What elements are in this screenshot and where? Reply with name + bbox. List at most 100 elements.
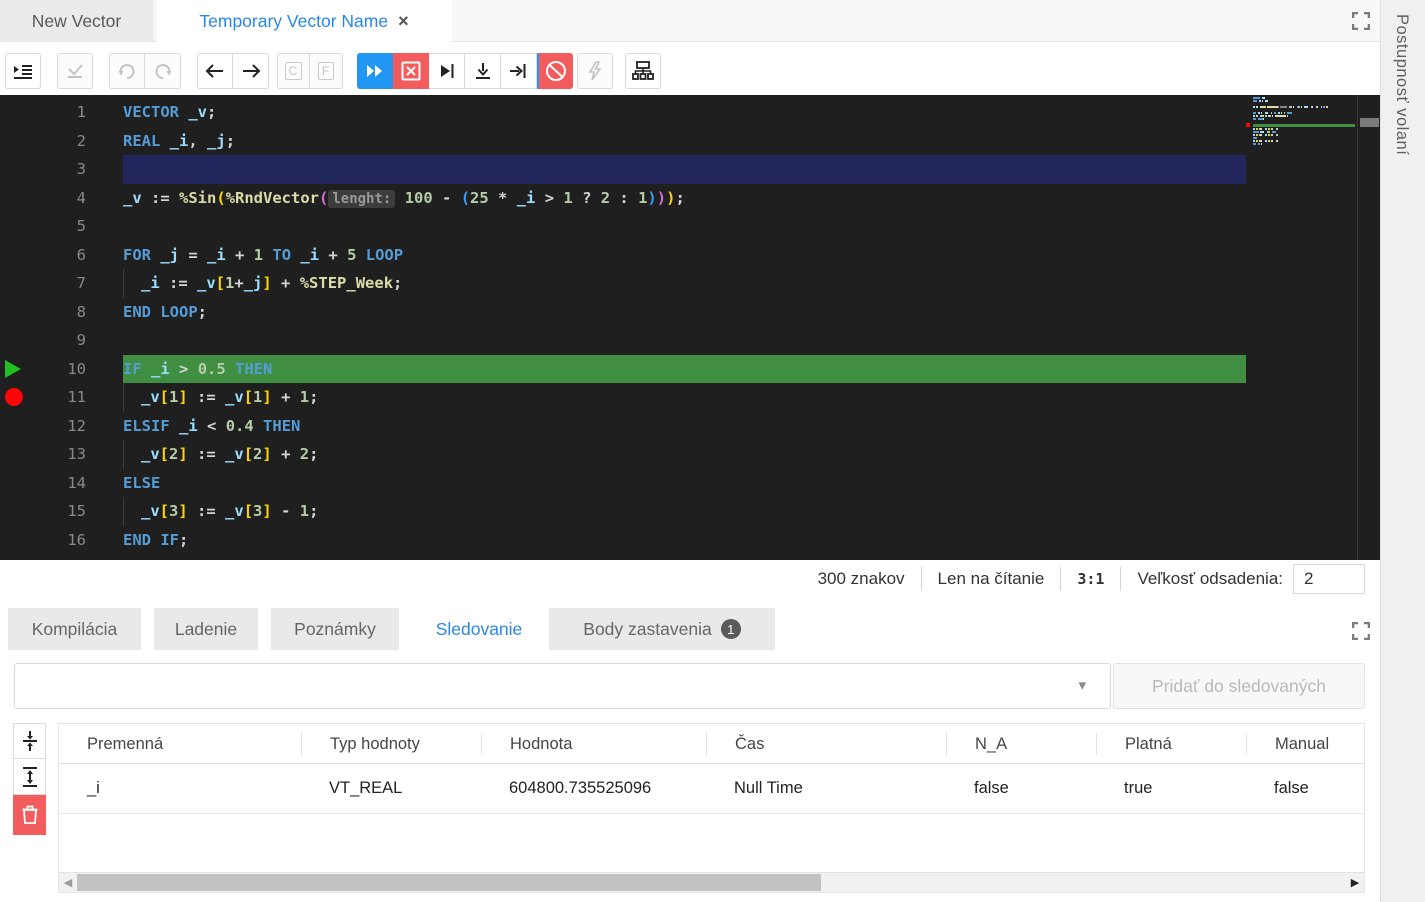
tab-new-vector-label: New Vector [32,11,121,32]
minimap[interactable] [1253,97,1355,141]
divider [1060,567,1061,591]
table-scrollbar-thumb[interactable] [77,874,821,891]
step-out-button[interactable] [501,53,537,89]
code-line-8[interactable]: 8END LOOP; [0,298,1357,327]
line-number[interactable]: 4 [0,184,86,213]
line-number[interactable]: 13 [0,440,86,469]
panel-tab-sledovanie[interactable]: Sledovanie [412,608,546,650]
editor-status-bar: 300 znakov Len na čítanie 3:1 Veľkosť od… [0,560,1380,598]
call-hierarchy-button[interactable] [625,53,661,89]
call-sequence-label: Postupnosť volaní [1392,14,1411,155]
line-number[interactable]: 2 [0,127,86,156]
collapse-rows-button[interactable] [13,723,46,759]
code-line-14[interactable]: 14ELSE [0,469,1357,498]
line-number[interactable]: 7 [0,269,86,298]
line-number[interactable]: 6 [0,241,86,270]
code-line-15[interactable]: 15 _v[3] := _v[3] - 1; [0,497,1357,526]
tab-new-vector[interactable]: New Vector [0,0,153,42]
call-sequence-strip[interactable]: Postupnosť volaní [1380,0,1425,902]
table-cell: false [1246,779,1366,798]
debug-continue-button[interactable] [357,53,393,89]
code-line-7[interactable]: 7_i := _v[1+_j] + %STEP_Week; [0,269,1357,298]
panel-tab-pozn-mky[interactable]: Poznámky [271,608,399,650]
expand-editor-icon[interactable] [1352,12,1370,30]
editor-scrollbar-thumb[interactable] [1360,118,1379,127]
editor-vertical-scrollbar[interactable] [1357,95,1380,560]
column-header-premenn-[interactable]: Premenná [59,733,301,755]
code-text: IF _i > 0.5 THEN [123,355,1246,384]
line-number[interactable]: 14 [0,469,86,498]
execution-pointer-icon[interactable] [5,360,21,378]
watch-table-header: PremennáTyp hodnotyHodnotaČasN_APlatnáMa… [59,724,1364,764]
line-number[interactable]: 16 [0,526,86,555]
code-editor[interactable]: 1VECTOR _v;2 REAL _i, _j; 34_v := %Sin(%Rn… [0,95,1380,560]
indent-size-input[interactable] [1293,564,1365,594]
panel-tab-label: Ladenie [175,619,237,640]
code-line-2[interactable]: 2 REAL _i, _j; [0,127,1357,156]
tab-temporary-vector[interactable]: Temporary Vector Name × [156,0,452,43]
debug-stop-button[interactable] [393,53,429,89]
navigate-forward-button[interactable] [233,53,269,89]
editor-toolbar: C F [0,43,1380,95]
step-over-button[interactable] [429,53,465,89]
column-header--as[interactable]: Čas [706,733,946,755]
tab-temporary-vector-label: Temporary Vector Name [199,11,388,32]
format-code-button[interactable] [5,53,41,89]
code-line-13[interactable]: 13 _v[2] := _v[2] + 2; [0,440,1357,469]
step-out-icon [510,63,527,79]
column-header-manual[interactable]: Manual [1246,733,1366,755]
navigate-back-button[interactable] [197,53,233,89]
table-horizontal-scrollbar[interactable]: ◀ ▶ [59,872,1364,892]
code-line-1[interactable]: 1VECTOR _v; [0,98,1357,127]
scroll-left-arrow-icon[interactable]: ◀ [59,873,77,892]
step-into-button[interactable] [465,53,501,89]
line-number[interactable]: 1 [0,98,86,127]
line-number[interactable]: 8 [0,298,86,327]
code-line-10[interactable]: 10IF _i > 0.5 THEN [0,355,1357,384]
close-tab-icon[interactable]: × [398,11,409,32]
code-line-12[interactable]: 12ELSIF _i < 0.4 THEN [0,412,1357,441]
panel-tab-label: Sledovanie [436,619,523,640]
table-row[interactable]: _iVT_REAL604800.735525096Null Timefalset… [59,764,1364,814]
validate-button [57,53,93,89]
redo-button [145,53,181,89]
panel-tab-kompil-cia[interactable]: Kompilácia [8,608,141,650]
code-text: REAL _i, _j; [123,127,1246,156]
code-line-9[interactable]: 9 [0,326,1357,355]
watch-expression-combobox[interactable]: ▾ [14,663,1111,709]
code-line-4[interactable]: 4_v := %Sin(%RndVector(lenght: 100 - (25… [0,184,1357,213]
code-line-16[interactable]: 16END IF; [0,526,1357,555]
code-text [123,155,1246,184]
scroll-right-arrow-icon[interactable]: ▶ [1346,873,1364,892]
breakpoint-icon[interactable] [5,388,23,406]
delete-watch-button[interactable] [13,795,46,835]
code-line-11[interactable]: 11_v[1] := _v[1] + 1; [0,383,1357,412]
line-number[interactable]: 15 [0,497,86,526]
column-header-n_a[interactable]: N_A [946,733,1096,755]
indent-guide [123,440,141,469]
expand-rows-button[interactable] [13,759,46,795]
line-number[interactable]: 9 [0,326,86,355]
column-header-hodnota[interactable]: Hodnota [481,733,706,755]
column-header-platn-[interactable]: Platná [1096,733,1246,755]
debug-abort-button[interactable] [537,53,573,89]
chevron-down-icon[interactable]: ▾ [1078,676,1086,694]
code-line-5[interactable]: 5 [0,212,1357,241]
table-cell: VT_REAL [301,779,481,798]
line-number[interactable]: 5 [0,212,86,241]
code-line-6[interactable]: 6FOR _j = _i + 1 TO _i + 5 LOOP [0,241,1357,270]
line-number[interactable]: 12 [0,412,86,441]
panel-tab-bar: Body zastavenia1 Sledovanie Poznámky Ladeni… [0,608,1380,650]
code-text: _v[2] := _v[2] + 2; [123,440,1246,469]
line-number[interactable]: 3 [0,155,86,184]
code-text: _v[3] := _v[3] - 1; [123,497,1246,526]
f-box-icon: F [318,62,334,80]
code-line-3[interactable]: 3 [0,155,1357,184]
column-header-typ-hodnoty[interactable]: Typ hodnoty [301,733,481,755]
panel-tab-body-zastavenia[interactable]: Body zastavenia1 [549,608,775,650]
add-to-watch-button[interactable]: Pridať do sledovaných [1113,663,1365,709]
expand-panel-icon[interactable] [1352,622,1370,640]
char-count: 300 znakov [818,569,905,589]
panel-tab-label: Body zastavenia [583,619,711,640]
panel-tab-ladenie[interactable]: Ladenie [154,608,258,650]
